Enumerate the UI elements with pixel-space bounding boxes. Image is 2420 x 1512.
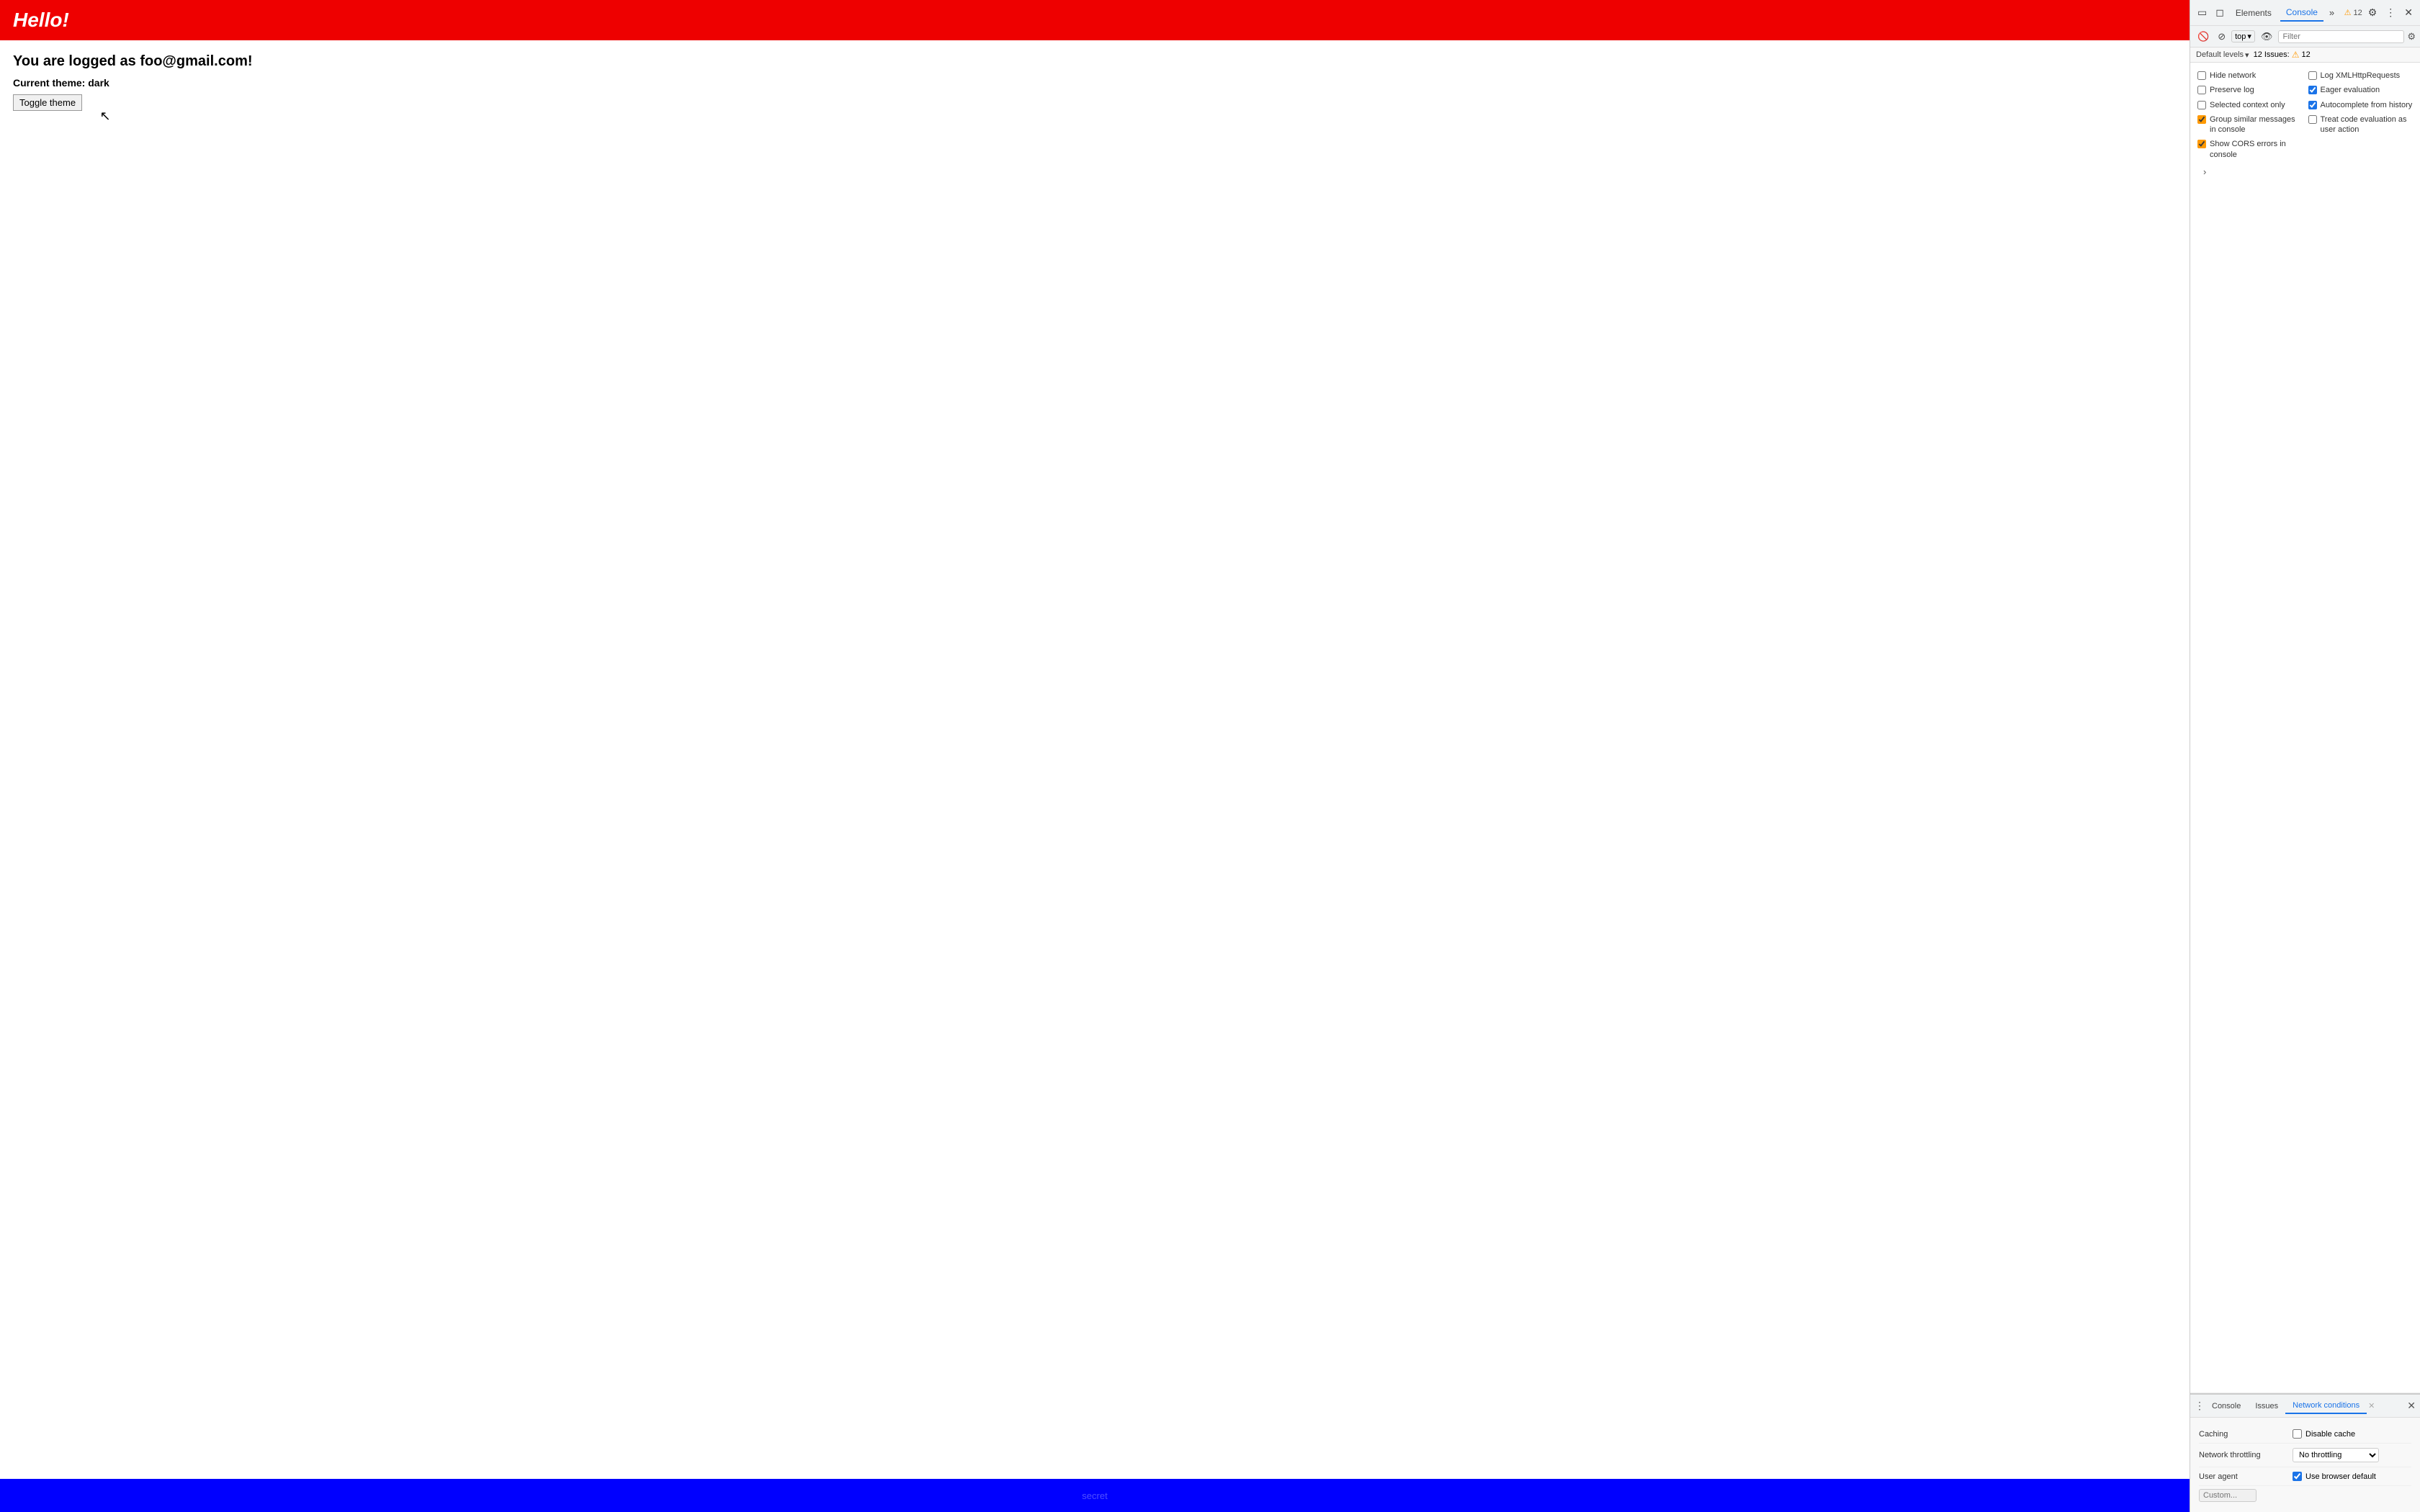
issue-warning-icon: ⚠ xyxy=(2344,8,2352,17)
setting-show-cors: Show CORS errors in console xyxy=(2197,137,2303,162)
page-title: Hello! xyxy=(13,9,2177,32)
logged-as-text: You are logged as foo@gmail.com! xyxy=(13,53,2177,70)
tab-console[interactable]: Console xyxy=(2280,4,2323,22)
blue-banner: secret xyxy=(0,1479,2190,1512)
dropdown-chevron-icon: ▾ xyxy=(2247,32,2251,41)
network-throttling-label: Network throttling xyxy=(2199,1451,2293,1459)
settings-left-column: Hide network Preserve log Selected conte… xyxy=(2197,68,2303,162)
page-body: You are logged as foo@gmail.com! Current… xyxy=(0,40,2190,1479)
clear-console-icon[interactable]: 🚫 xyxy=(2195,30,2212,44)
user-agent-row: User agent Use browser default xyxy=(2199,1467,2411,1486)
drawer-tabs: ⋮ Console Issues Network conditions ✕ ✕ xyxy=(2190,1395,2420,1418)
drawer-tab-console[interactable]: Console xyxy=(2205,1399,2248,1413)
use-browser-default-label: Use browser default xyxy=(2305,1472,2376,1481)
devtools-settings-icon[interactable]: ⚙ xyxy=(2365,4,2380,22)
network-throttling-control: No throttling xyxy=(2293,1448,2379,1462)
banner-text: secret xyxy=(1082,1490,1107,1501)
preserve-log-checkbox[interactable] xyxy=(2197,86,2206,94)
cursor-icon: ↖ xyxy=(100,109,111,123)
devtools-top-toolbar: ▭ ◻ Elements Console » ⚠ 12 ⚙ ⋮ ✕ xyxy=(2190,0,2420,26)
inspect-icon[interactable]: ▭ xyxy=(2195,4,2210,22)
drawer-tab-network-conditions[interactable]: Network conditions xyxy=(2285,1398,2367,1414)
device-icon[interactable]: ◻ xyxy=(2213,4,2227,22)
default-levels-chevron-icon: ▾ xyxy=(2245,50,2249,60)
setting-autocomplete-history: Autocomplete from history xyxy=(2308,98,2414,112)
log-xml-checkbox[interactable] xyxy=(2308,71,2317,80)
network-throttling-row: Network throttling No throttling xyxy=(2199,1444,2411,1467)
custom-ua-row xyxy=(2199,1486,2411,1505)
devtools-close-icon[interactable]: ✕ xyxy=(2401,4,2416,22)
drawer-close-button[interactable]: ✕ xyxy=(2407,1400,2416,1412)
issues-badge-count: 12 xyxy=(2301,50,2310,59)
console-filter-input[interactable] xyxy=(2278,30,2404,43)
eye-icon[interactable]: 👁 xyxy=(2258,30,2276,44)
theme-value: dark xyxy=(88,77,109,89)
bottom-drawer: ⋮ Console Issues Network conditions ✕ ✕ … xyxy=(2190,1393,2420,1512)
show-cors-label: Show CORS errors in console xyxy=(2210,139,2303,160)
drawer-tab-issues[interactable]: Issues xyxy=(2248,1399,2285,1413)
console-second-toolbar: 🚫 ⊘ top ▾ 👁 ⚙ xyxy=(2190,26,2420,48)
custom-ua-input[interactable] xyxy=(2199,1489,2257,1502)
caching-control: Disable cache xyxy=(2293,1429,2355,1439)
treat-code-label: Treat code evaluation as user action xyxy=(2321,114,2414,135)
hide-network-label: Hide network xyxy=(2210,71,2256,81)
selected-context-checkbox[interactable] xyxy=(2197,101,2206,109)
setting-treat-code: Treat code evaluation as user action xyxy=(2308,112,2414,138)
disable-cache-checkbox[interactable] xyxy=(2293,1429,2302,1439)
disable-cache-label: Disable cache xyxy=(2305,1430,2355,1439)
user-agent-label: User agent xyxy=(2199,1472,2293,1481)
default-levels-bar: Default levels ▾ 12 Issues: ⚠ 12 xyxy=(2190,48,2420,63)
log-xml-label: Log XMLHttpRequests xyxy=(2321,71,2401,81)
devtools-dots-icon[interactable]: ⋮ xyxy=(2383,4,2398,22)
devtools-panel: ▭ ◻ Elements Console » ⚠ 12 ⚙ ⋮ ✕ 🚫 ⊘ to… xyxy=(2190,0,2420,1512)
filter-icon[interactable]: ⊘ xyxy=(2215,30,2228,44)
caching-row: Caching Disable cache xyxy=(2199,1425,2411,1444)
user-agent-control: Use browser default xyxy=(2293,1472,2376,1481)
treat-code-checkbox[interactable] xyxy=(2308,115,2317,124)
show-cors-checkbox[interactable] xyxy=(2197,140,2206,148)
drawer-menu-icon[interactable]: ⋮ xyxy=(2195,1400,2205,1412)
issues-warning-icon: ⚠ xyxy=(2292,50,2300,60)
toggle-theme-button[interactable]: Toggle theme xyxy=(13,94,82,111)
caching-label: Caching xyxy=(2199,1430,2293,1439)
current-theme-label: Current theme: dark xyxy=(13,77,2177,89)
issues-badge: ⚠ 12 xyxy=(2344,8,2362,17)
setting-group-similar: Group similar messages in console xyxy=(2197,112,2303,138)
setting-hide-network: Hide network xyxy=(2197,68,2303,83)
autocomplete-history-checkbox[interactable] xyxy=(2308,101,2317,109)
group-similar-checkbox[interactable] xyxy=(2197,115,2206,124)
tab-elements[interactable]: Elements xyxy=(2230,5,2277,21)
drawer-tab-close-network[interactable]: ✕ xyxy=(2367,1401,2376,1410)
setting-log-xml: Log XMLHttpRequests xyxy=(2308,68,2414,83)
group-similar-label: Group similar messages in console xyxy=(2210,114,2303,135)
eager-eval-checkbox[interactable] xyxy=(2308,86,2317,94)
settings-grid: Hide network Preserve log Selected conte… xyxy=(2197,68,2413,162)
settings-right-column: Log XMLHttpRequests Eager evaluation Aut… xyxy=(2308,68,2414,162)
setting-preserve-log: Preserve log xyxy=(2197,83,2303,97)
autocomplete-history-label: Autocomplete from history xyxy=(2321,100,2413,110)
issues-count: 12 xyxy=(2353,9,2362,17)
setting-eager-eval: Eager evaluation xyxy=(2308,83,2414,97)
eager-eval-label: Eager evaluation xyxy=(2321,85,2380,95)
more-tabs-button[interactable]: » xyxy=(2326,4,2337,21)
expand-chevron-icon: › xyxy=(2203,166,2206,177)
top-context-dropdown[interactable]: top ▾ xyxy=(2231,30,2255,42)
console-filter-settings-icon[interactable]: ⚙ xyxy=(2407,31,2416,42)
issues-text: 12 Issues: ⚠ 12 xyxy=(2254,50,2311,60)
settings-panel: Hide network Preserve log Selected conte… xyxy=(2190,63,2420,1393)
expand-chevron[interactable]: › xyxy=(2197,163,2413,180)
default-levels-button[interactable]: Default levels ▾ xyxy=(2196,50,2249,60)
selected-context-label: Selected context only xyxy=(2210,100,2285,110)
drawer-content: Caching Disable cache Network throttling… xyxy=(2190,1418,2420,1512)
default-levels-label: Default levels xyxy=(2196,50,2244,59)
preserve-log-label: Preserve log xyxy=(2210,85,2254,95)
use-browser-default-checkbox[interactable] xyxy=(2293,1472,2302,1481)
setting-selected-context: Selected context only xyxy=(2197,98,2303,112)
main-content: Hello! You are logged as foo@gmail.com! … xyxy=(0,0,2190,1512)
hide-network-checkbox[interactable] xyxy=(2197,71,2206,80)
red-header: Hello! xyxy=(0,0,2190,40)
top-label: top xyxy=(2235,32,2246,41)
throttle-select[interactable]: No throttling xyxy=(2293,1448,2379,1462)
